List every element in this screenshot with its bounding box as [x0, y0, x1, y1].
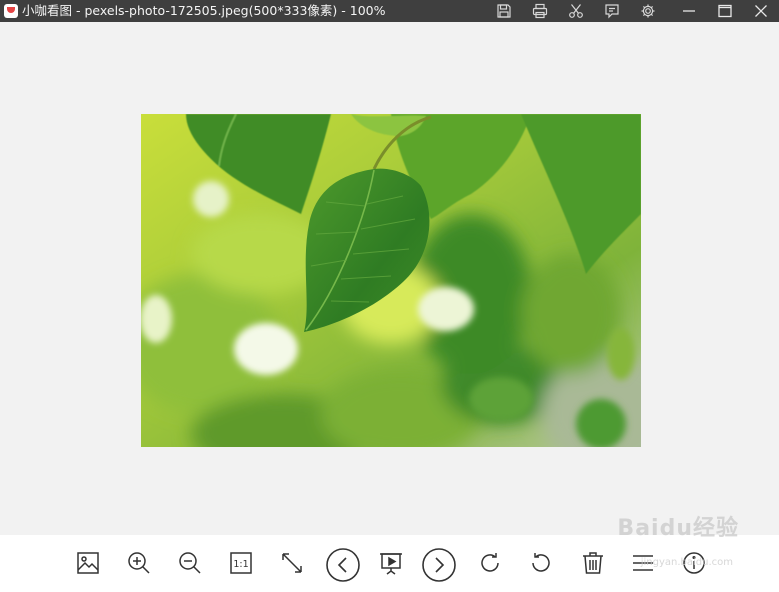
maximize-icon — [718, 4, 732, 18]
fit-window-icon — [282, 553, 302, 573]
title-tools — [479, 0, 779, 22]
feedback-button[interactable] — [601, 0, 623, 22]
bottom-toolbar: 1:1 — [0, 535, 779, 592]
photo-image — [141, 114, 641, 447]
close-button[interactable] — [743, 0, 779, 22]
zoom-out-button[interactable] — [175, 548, 205, 578]
rotate-right-icon — [481, 553, 499, 572]
settings-button[interactable] — [637, 0, 659, 22]
previous-icon — [326, 548, 360, 582]
zoom-out-icon — [179, 552, 201, 574]
feedback-icon — [605, 4, 619, 19]
print-icon — [532, 3, 548, 19]
next-button[interactable] — [421, 547, 457, 583]
menu-button[interactable] — [628, 548, 658, 578]
cut-button[interactable] — [565, 0, 587, 22]
trash-icon — [583, 552, 603, 574]
scissors-icon — [569, 4, 583, 18]
close-icon — [755, 5, 767, 17]
title-bar: 小咖看图 - pexels-photo-172505.jpeg(500*333像… — [0, 0, 779, 22]
previous-button[interactable] — [325, 547, 361, 583]
rotate-right-button[interactable] — [475, 548, 505, 578]
print-button[interactable] — [529, 0, 551, 22]
slideshow-icon — [380, 553, 402, 575]
window-title: 小咖看图 - pexels-photo-172505.jpeg(500*333像… — [22, 3, 386, 18]
zoom-in-icon — [128, 552, 150, 574]
actual-size-button[interactable]: 1:1 — [226, 548, 256, 578]
green-leaf-photo[interactable] — [141, 114, 641, 447]
rotate-left-icon — [532, 553, 550, 572]
info-button[interactable] — [679, 548, 709, 578]
open-image-button[interactable] — [73, 548, 103, 578]
image-canvas[interactable] — [0, 22, 779, 535]
app-logo-icon — [4, 4, 18, 18]
actual-size-icon: 1:1 — [230, 552, 252, 574]
actual-size-label: 1:1 — [233, 559, 248, 570]
minimize-icon — [683, 10, 695, 12]
info-icon — [683, 552, 705, 574]
menu-icon — [633, 555, 653, 571]
slideshow-button[interactable] — [376, 548, 406, 578]
zoom-in-button[interactable] — [124, 548, 154, 578]
save-button[interactable] — [493, 0, 515, 22]
maximize-button[interactable] — [707, 0, 743, 22]
fit-window-button[interactable] — [277, 548, 307, 578]
minimize-button[interactable] — [671, 0, 707, 22]
image-icon — [77, 552, 99, 574]
rotate-left-button[interactable] — [526, 548, 556, 578]
save-icon — [497, 4, 511, 18]
delete-button[interactable] — [578, 548, 608, 578]
gear-icon — [641, 4, 655, 18]
next-icon — [422, 548, 456, 582]
